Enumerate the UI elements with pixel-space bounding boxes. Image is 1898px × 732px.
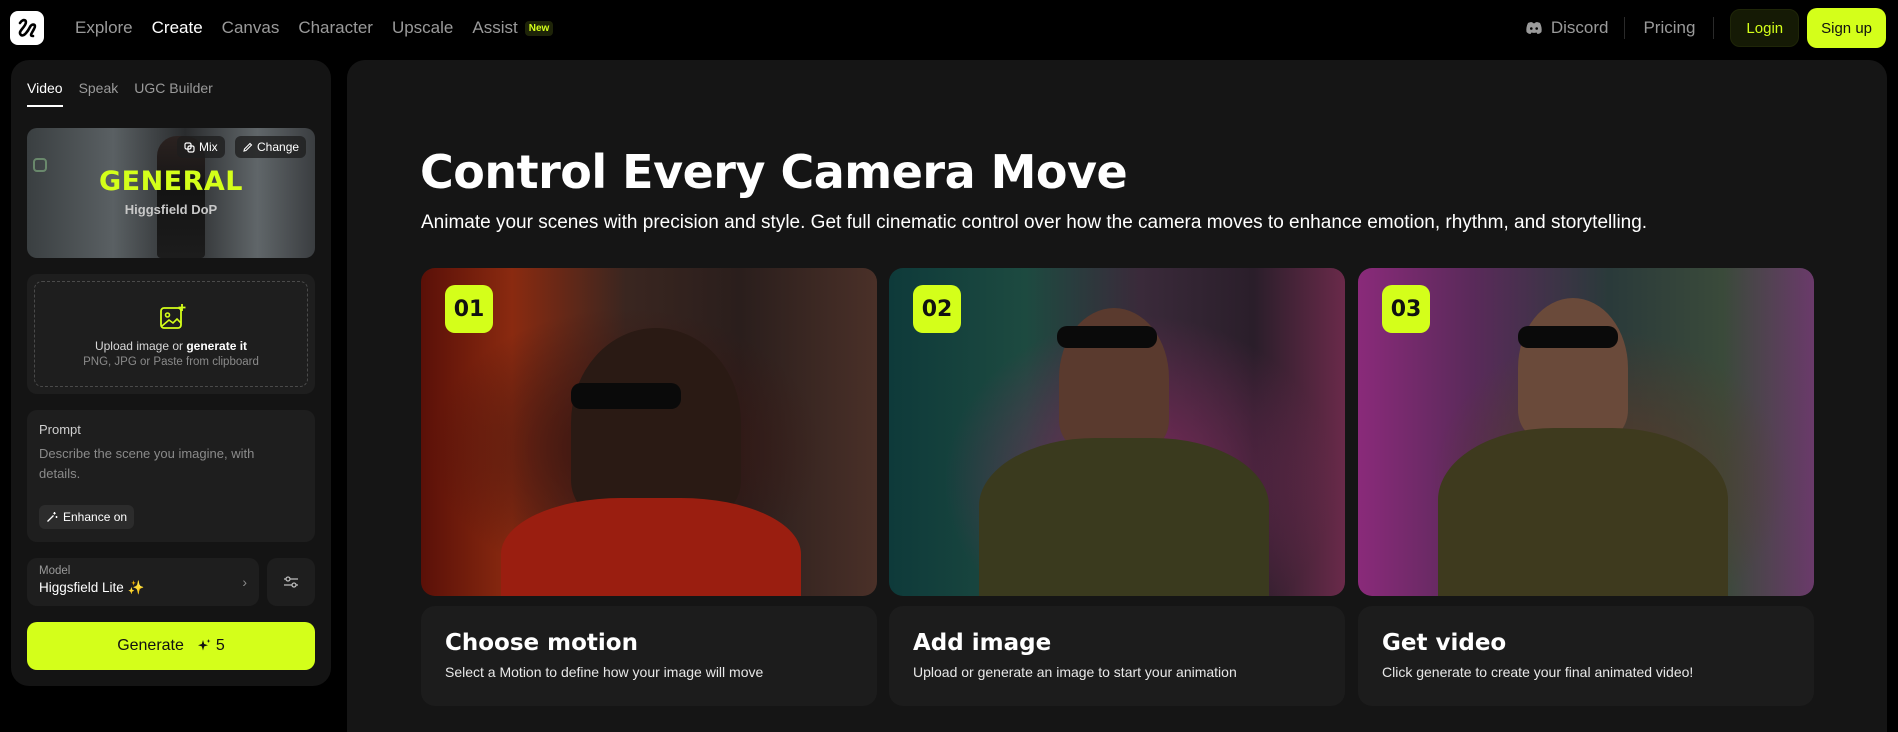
image-upload-area[interactable]: Upload image or generate it PNG, JPG or …: [27, 274, 315, 394]
prompt-label: Prompt: [39, 422, 81, 437]
step-3-description: Click generate to create your final anim…: [1382, 664, 1694, 680]
main-nav: Explore Create Canvas Character Upscale …: [75, 0, 554, 56]
mix-button[interactable]: Mix: [177, 136, 225, 158]
upload-dropzone[interactable]: Upload image or generate it PNG, JPG or …: [34, 281, 308, 387]
sliders-icon: [284, 576, 298, 588]
login-button[interactable]: Login: [1730, 9, 1800, 47]
step-1-card: Choose motion Select a Motion to define …: [421, 606, 877, 706]
mix-label: Mix: [199, 140, 218, 154]
step-2-image: 02: [889, 268, 1345, 596]
step-1-title: Choose motion: [445, 630, 638, 656]
step-3-card: Get video Click generate to create your …: [1358, 606, 1814, 706]
sunglasses-shape: [571, 383, 681, 409]
nav-create[interactable]: Create: [152, 18, 203, 38]
generate-it-link[interactable]: generate it: [186, 339, 247, 353]
add-image-icon: [160, 304, 186, 329]
nav-assist-label: Assist: [472, 18, 518, 37]
tab-speak[interactable]: Speak: [79, 80, 119, 107]
pencil-icon: [243, 142, 253, 152]
sunglasses-shape: [1518, 326, 1618, 348]
discord-label: Discord: [1550, 18, 1609, 37]
upload-formats: PNG, JPG or Paste from clipboard: [83, 356, 259, 368]
nav-canvas[interactable]: Canvas: [222, 18, 280, 38]
mode-tabs: Video Speak UGC Builder: [27, 80, 213, 107]
motion-preset-card[interactable]: GENERAL Higgsfield DoP Mix Change: [27, 128, 315, 258]
model-label: Model: [39, 565, 71, 577]
step-1-image: 01: [421, 268, 877, 596]
tab-video[interactable]: Video: [27, 80, 63, 107]
red-jacket-shape: [501, 498, 801, 596]
tab-ugc-builder[interactable]: UGC Builder: [134, 80, 213, 107]
pricing-link[interactable]: Pricing: [1643, 18, 1695, 38]
upload-text-prefix: Upload image or: [94, 339, 187, 353]
step-1-description: Select a Motion to define how your image…: [445, 664, 764, 680]
step-2-title: Add image: [913, 630, 1052, 656]
page-subtitle: Animate your scenes with precision and s…: [421, 212, 1648, 233]
person-silhouette: [1518, 298, 1628, 438]
enhance-label: Enhance on: [63, 510, 128, 524]
generate-button[interactable]: Generate 5: [27, 622, 315, 670]
step-1-number: 01: [445, 285, 493, 333]
preset-title: GENERAL: [98, 166, 244, 197]
credit-cost-value: 5: [215, 637, 225, 654]
new-badge: New: [524, 20, 554, 36]
step-3-image: 03: [1358, 268, 1814, 596]
nav-explore[interactable]: Explore: [75, 18, 133, 38]
generate-label: Generate: [117, 637, 184, 654]
nav-divider: [1624, 17, 1626, 39]
mix-icon: [184, 141, 195, 153]
person-silhouette: [571, 328, 741, 518]
jacket-shape: [1438, 428, 1728, 596]
change-label: Change: [257, 140, 300, 154]
step-2-number: 02: [913, 285, 961, 333]
main-content: Control Every Camera Move Animate your s…: [347, 60, 1887, 732]
sunglasses-shape: [1057, 326, 1157, 348]
chevron-right-icon: ›: [242, 574, 247, 590]
higgsfield-logo-icon[interactable]: [10, 11, 44, 45]
step-3-number: 03: [1382, 285, 1430, 333]
model-selector[interactable]: Model Higgsfield Lite ✨ ›: [27, 558, 259, 606]
magic-wand-icon: [47, 512, 58, 522]
nav-upscale[interactable]: Upscale: [392, 18, 453, 38]
page-title: Control Every Camera Move: [420, 145, 1128, 199]
step-3-title: Get video: [1382, 630, 1507, 656]
preset-subtitle: Higgsfield DoP: [124, 202, 218, 217]
prompt-box[interactable]: Prompt Describe the scene you imagine, w…: [27, 410, 315, 542]
credit-cost: 5: [196, 637, 225, 655]
discord-icon: [1526, 22, 1542, 34]
step-2-card: Add image Upload or generate an image to…: [889, 606, 1345, 706]
enhance-toggle[interactable]: Enhance on: [39, 505, 135, 529]
nav-character[interactable]: Character: [298, 18, 373, 38]
jacket-shape: [979, 438, 1269, 596]
nav-divider: [1713, 17, 1715, 39]
nav-assist[interactable]: Assist New: [472, 18, 554, 38]
nav-right: Discord Pricing Login Sign up: [1525, 8, 1886, 48]
model-value: Higgsfield Lite ✨: [39, 580, 145, 595]
sparkle-icon: [197, 639, 211, 651]
prompt-input[interactable]: Describe the scene you imagine, with det…: [39, 444, 289, 484]
create-sidebar: Video Speak UGC Builder GENERAL Higgsfie…: [11, 60, 331, 686]
step-2-description: Upload or generate an image to start you…: [913, 664, 1237, 680]
discord-link[interactable]: Discord: [1525, 18, 1609, 38]
signup-button[interactable]: Sign up: [1807, 8, 1886, 48]
top-nav: Explore Create Canvas Character Upscale …: [0, 0, 1898, 56]
logo-mark-icon: [18, 18, 37, 38]
upload-instruction: Upload image or generate it: [35, 339, 307, 353]
change-button[interactable]: Change: [235, 136, 307, 158]
settings-button[interactable]: [267, 558, 315, 606]
